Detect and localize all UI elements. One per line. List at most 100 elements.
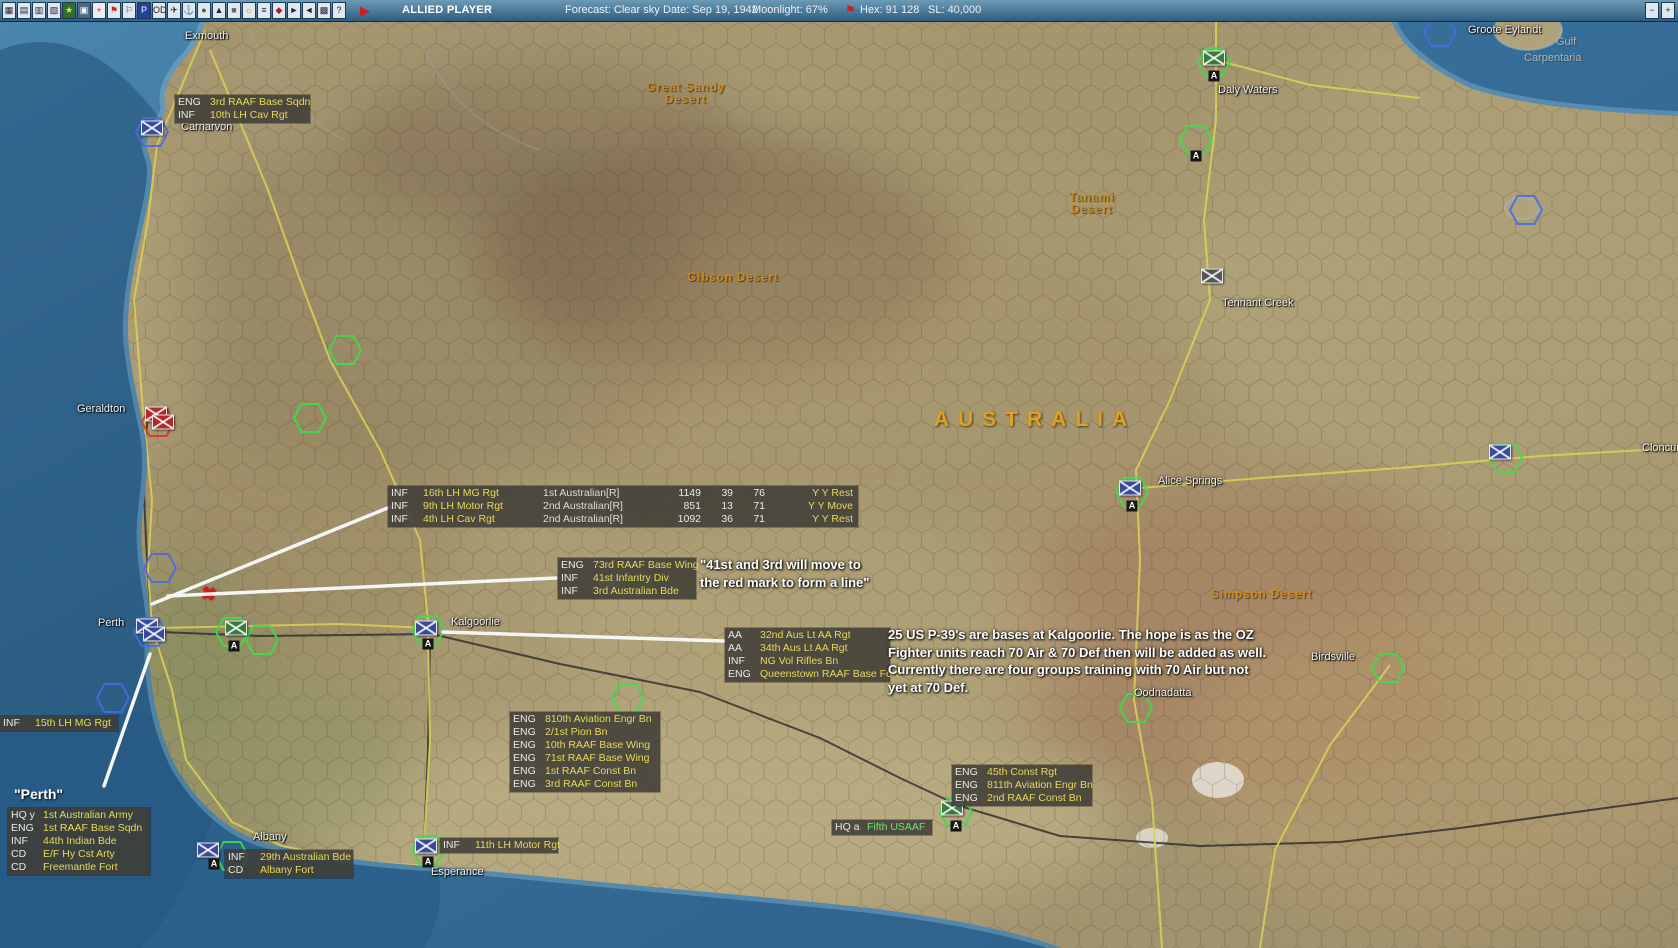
unit-row[interactable]: INF 15th LH MG Rgt [3,717,115,730]
unit-row[interactable]: ENG 1st RAAF Const Bn [513,765,657,778]
unit-counter[interactable] [415,620,437,636]
unit-row[interactable]: AA 34th Aus Lt AA Rgt [728,642,887,655]
forecast-label: Forecast: Clear sky [565,4,660,16]
unit-row[interactable]: INF 29th Australian Bde [228,851,351,864]
unit-row[interactable]: HQ a Fifth USAAF [835,821,929,834]
toolbar-icon[interactable]: ◆ [272,2,286,19]
unit-row[interactable]: INF 3rd Australian Bde [561,585,693,598]
unit-box-esperance[interactable]: INF 11th LH Motor Rgt [440,838,560,853]
toolbar-icon[interactable]: ▤ [17,2,31,19]
unit-row[interactable]: ENG 2/1st Pion Bn [513,726,657,739]
toolbar-icon[interactable]: ⚓ [182,2,196,19]
toolbar-icon[interactable]: ▣ [77,2,91,19]
toolbar-icon[interactable]: ? [332,2,346,19]
date-label: Date: Sep 19, 1942 [663,4,758,16]
unit-name: 1st RAAF Base Sqdn [43,822,143,834]
unit-row[interactable]: ENG 73rd RAAF Base Wing [561,559,699,572]
unit-row[interactable]: ENG 1st RAAF Base Sqdn [11,822,147,835]
unit-row[interactable]: CD Albany Fort [228,864,350,877]
unit-row[interactable]: ENG 3rd RAAF Const Bn [513,778,657,791]
unit-row[interactable]: CD E/F Hy Cst Arty [11,848,147,861]
alert-flag-icon[interactable]: ⚑ [845,3,856,17]
unit-counter[interactable] [152,414,174,430]
toolbar-icon[interactable]: ◄ [302,2,316,19]
unit-name: Fifth USAAF [867,821,926,833]
unit-counter[interactable] [143,626,165,642]
toolbar-icon[interactable]: ⚑ [107,2,121,19]
unit-box-kalgoorlie-aa[interactable]: AA 32nd Aus Lt AA Rgt AA 34th Aus Lt AA Rgt… [725,628,898,682]
toolbar-icon[interactable]: ☼ [242,2,256,19]
unit-box-usaaf-hq[interactable]: HQ a Fifth USAAF [832,820,932,835]
unit-row[interactable]: INF NG Vol Rifles Bn [728,655,887,668]
airfield-badge: A [422,638,434,650]
toolbar-icon[interactable]: P [137,2,151,19]
unit-row[interactable]: HQ y 1st Australian Army [11,809,147,822]
unit-counter[interactable] [1119,480,1141,496]
unit-type: ENG [513,752,536,764]
unit-row[interactable]: ENG 71st RAAF Base Wing [513,752,657,765]
unit-row[interactable]: INF 4th LH Cav Rgt 2nd Australian[R] 109… [391,513,855,526]
toolbar-icon[interactable]: ● [197,2,211,19]
base-hex-marker [327,335,363,365]
toolbar-icon[interactable]: OD [152,2,166,19]
toolbar-icon[interactable]: ▩ [317,2,331,19]
toolbar-icon[interactable]: ▧ [47,2,61,19]
unit-row[interactable]: ENG 3rd RAAF Base Sqdn [178,96,311,109]
toolbar-icon[interactable]: ▥ [32,2,46,19]
toolbar-icon[interactable]: ► [287,2,301,19]
unit-row[interactable]: INF 11th LH Motor Rgt [443,839,560,852]
unit-row[interactable]: INF 10th LH Cav Rgt [178,109,307,122]
unit-box-engineers-central[interactable]: ENG 810th Aviation Engr Bn ENG 2/1st Pion B… [510,712,660,792]
unit-box-carnarvon[interactable]: ENG 3rd RAAF Base Sqdn INF 10th LH Cav Rgt [175,95,310,123]
unit-name: 15th LH MG Rgt [35,717,111,729]
unit-box-mg-west[interactable]: INF 15th LH MG Rgt [0,716,118,731]
unit-counter[interactable] [1201,268,1223,284]
unit-name: NG Vol Rifles Bn [760,655,839,667]
unit-box-force-list[interactable]: INF 16th LH MG Rgt 1st Australian[R] 114… [388,486,858,527]
toolbar-icon[interactable]: + [92,2,106,19]
unit-row[interactable]: INF 9th LH Motor Rgt 2nd Australian[R] 8… [391,500,855,513]
unit-row[interactable]: INF 16th LH MG Rgt 1st Australian[R] 114… [391,487,855,500]
toolbar-icon[interactable]: ≡ [257,2,271,19]
unit-box-albany[interactable]: INF 29th Australian Bde CD Albany Fort [225,850,353,878]
toolbar-icon[interactable]: ▦ [2,2,16,19]
unit-status: Y Y Rest [812,513,853,525]
unit-counter[interactable] [197,842,219,858]
unit-counter[interactable] [141,120,163,136]
unit-type: AA [728,629,743,641]
unit-box-perth[interactable]: HQ y 1st Australian Army ENG 1st RAAF Base … [8,808,150,875]
unit-type: HQ y [11,809,35,821]
unit-row[interactable]: ENG 45th Const Rgt [955,766,1089,779]
unit-name: 1st RAAF Const Bn [545,765,637,777]
unit-row[interactable]: INF 44th Indian Bde [11,835,147,848]
unit-row[interactable]: ENG 810th Aviation Engr Bn [513,713,657,726]
unit-name: 45th Const Rgt [987,766,1058,778]
toolbar-icon[interactable]: ▲ [212,2,226,19]
toolbar-icon[interactable]: ■ [227,2,241,19]
unit-box-engineers-east[interactable]: ENG 45th Const Rgt ENG 811th Aviation Engr … [952,765,1093,806]
unit-counter[interactable] [225,620,247,636]
unit-row[interactable]: CD Freemantle Fort [11,861,147,874]
map-viewport[interactable]: AAAAAAAA ✖ Exmouth Carnarvon Geraldton Pert… [0,22,1678,948]
toolbar-icon[interactable]: ✈ [167,2,181,19]
play-turn-icon[interactable]: ▶ [360,2,370,19]
unit-counter[interactable] [1203,50,1225,66]
unit-row[interactable]: AA 32nd Aus Lt AA Rgt [728,629,887,642]
unit-row[interactable]: INF 41st Infantry Div [561,572,693,585]
unit-row[interactable]: ENG 811th Aviation Engr Bn [955,779,1093,792]
unit-box-kalgoorlie-wing[interactable]: ENG 73rd RAAF Base Wing INF 41st Infantry D… [558,558,699,599]
toolbar-icon[interactable]: ★ [62,2,76,19]
unit-name: 3rd RAAF Base Sqdn [210,96,311,108]
desert-label: Simpson Desert [1211,589,1313,601]
toolbar-icon[interactable]: − [1645,2,1659,19]
unit-row[interactable]: ENG Queenstown RAAF Base Fort [728,668,898,681]
airfield-badge: A [1190,150,1202,162]
unit-row[interactable]: ENG 10th RAAF Base Wing [513,739,657,752]
unit-counter[interactable] [1489,444,1511,460]
top-toolbar: ▦ ▤ ▥ ▧ ★ ▣ + ⚑ ⚐ P OD ✈ ⚓ ● ▲ ■ ☼ ≡ ◆ ► ◄ ▩? ▶ ALLIED PLAYER… [0,0,1678,22]
unit-row[interactable]: ENG 2nd RAAF Const Bn [955,792,1089,805]
desert-label: Tanami Desert [1069,192,1115,216]
toolbar-icon[interactable]: ⚐ [122,2,136,19]
unit-counter[interactable] [415,838,437,854]
toolbar-icon[interactable]: + [1661,2,1675,19]
